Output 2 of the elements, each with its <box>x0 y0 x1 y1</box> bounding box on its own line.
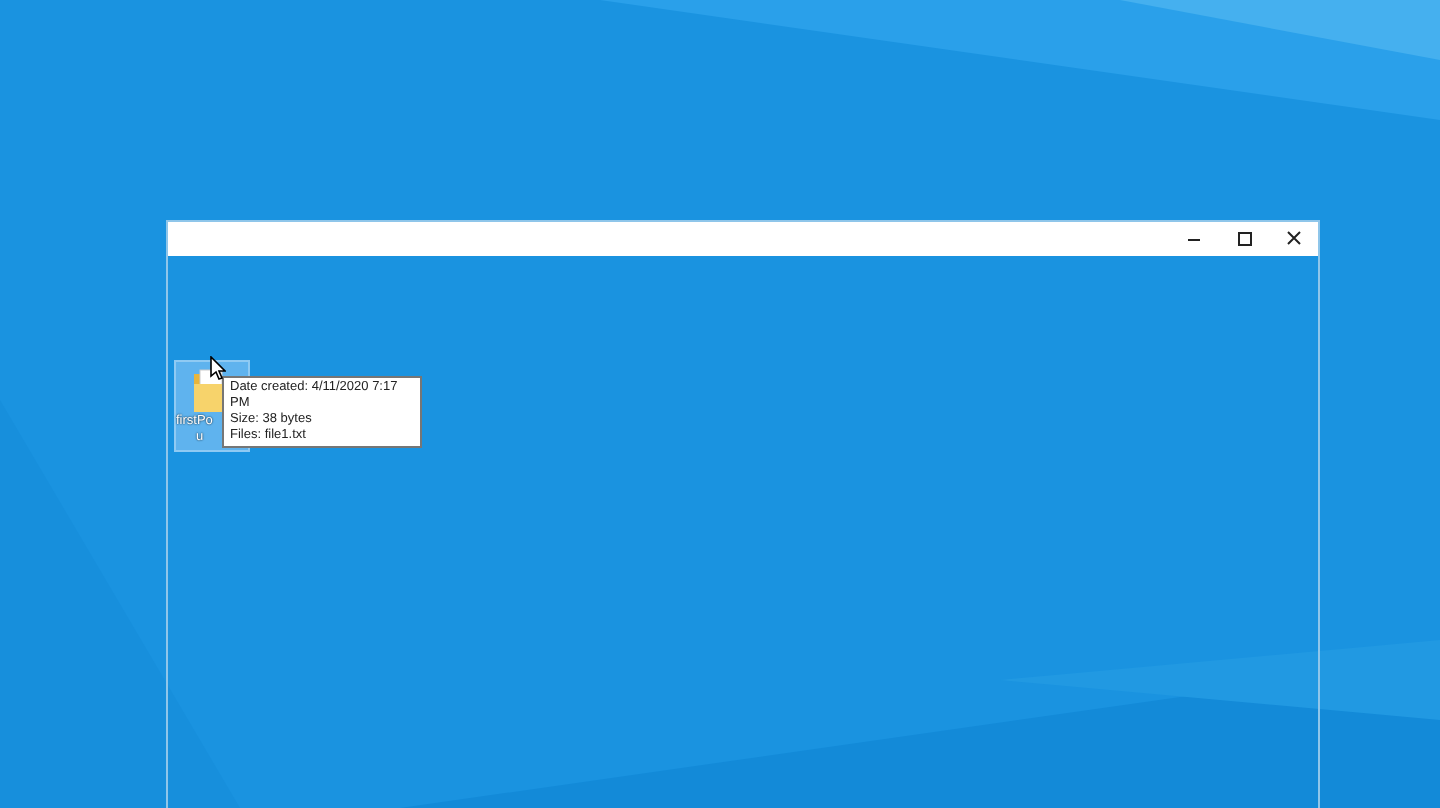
maximize-icon[interactable] <box>1233 230 1253 248</box>
close-icon[interactable] <box>1283 230 1303 248</box>
